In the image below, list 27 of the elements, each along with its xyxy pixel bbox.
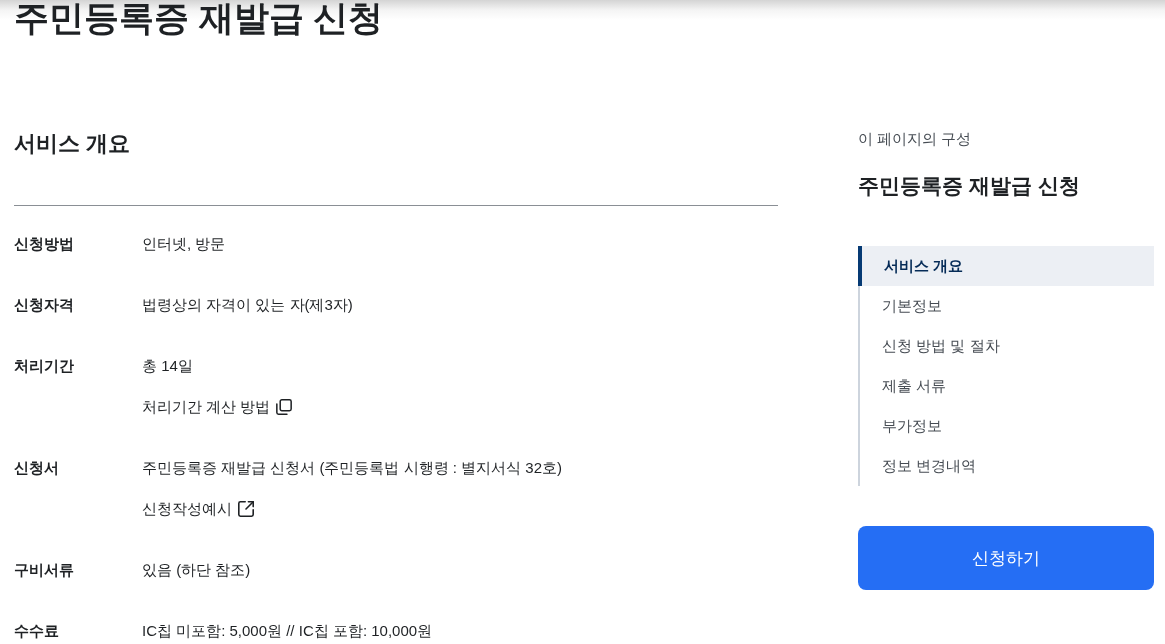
- detail-label: 신청방법: [14, 234, 75, 254]
- toc-item[interactable]: 기본정보: [858, 286, 1154, 326]
- detail-value: 있음 (하단 참조): [142, 560, 252, 580]
- detail-label: 신청자격: [14, 295, 75, 315]
- calculation-method-link[interactable]: 처리기간 계산 방법: [142, 395, 293, 419]
- detail-label: 구비서류: [14, 560, 75, 580]
- apply-button[interactable]: 신청하기: [858, 526, 1154, 590]
- copy-icon: [276, 399, 293, 415]
- toc-caption: 이 페이지의 구성: [858, 129, 973, 149]
- toc-title: 주민등록증 재발급 신청: [858, 173, 1081, 199]
- form-example-link[interactable]: 신청작성예시: [142, 497, 254, 521]
- section-title: 서비스 개요: [14, 130, 132, 158]
- detail-value: 주민등록증 재발급 신청서 (주민등록법 시행령 : 별지서식 32호): [142, 458, 563, 478]
- page-title: 주민등록증 재발급 신청: [14, 0, 385, 36]
- toc-item[interactable]: 신청 방법 및 절차: [858, 326, 1154, 366]
- toc-item[interactable]: 부가정보: [858, 406, 1154, 446]
- detail-value: 인터넷, 방문: [142, 234, 227, 254]
- toc-item[interactable]: 제출 서류: [858, 366, 1154, 406]
- detail-value: 법령상의 자격이 있는 자(제3자): [142, 295, 354, 315]
- external-link-icon: [238, 501, 254, 517]
- detail-label: 처리기간: [14, 356, 75, 376]
- toc-item[interactable]: 정보 변경내역: [858, 446, 1154, 486]
- detail-label: 신청서: [14, 458, 60, 478]
- detail-label: 수수료: [14, 621, 60, 641]
- detail-value: IC칩 미포함: 5,000원 // IC칩 포함: 10,000원: [142, 621, 434, 641]
- detail-value: 총 14일: [142, 356, 194, 376]
- toc-item[interactable]: 서비스 개요: [858, 246, 1154, 286]
